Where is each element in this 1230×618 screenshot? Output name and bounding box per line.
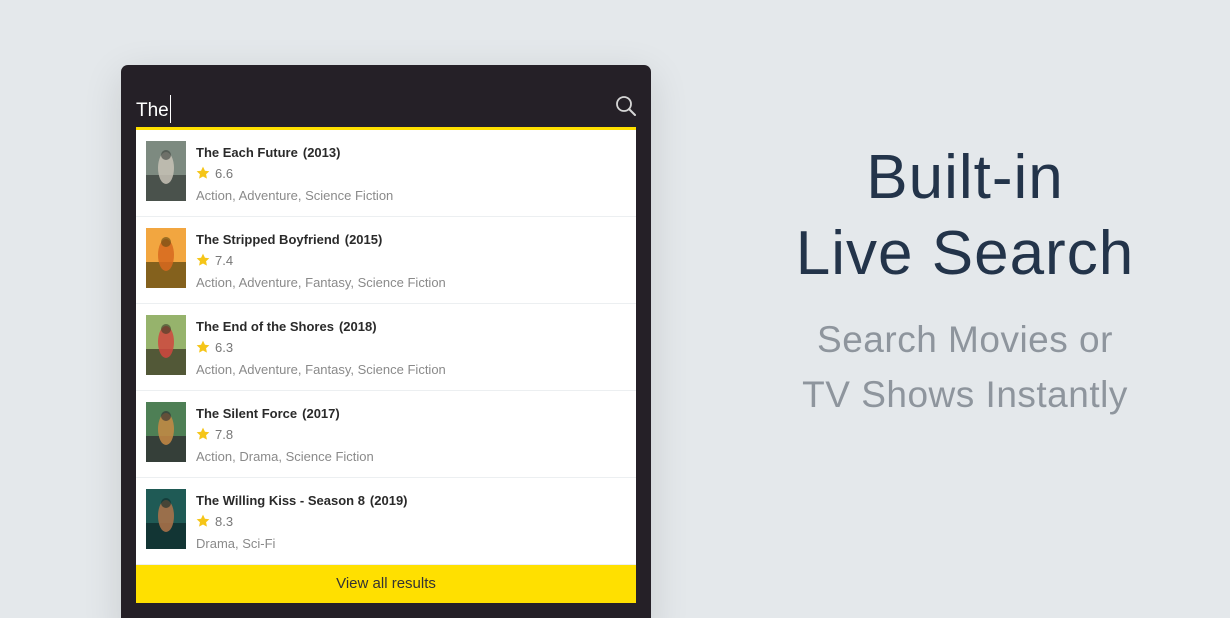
feature-subtitle-line-1: Search Movies or [817,319,1113,360]
result-genres: Action, Drama, Science Fiction [196,449,374,464]
result-title[interactable]: The Willing Kiss - Season 8 (2019) [196,493,408,508]
result-genres: Action, Adventure, Fantasy, Science Fict… [196,275,446,290]
result-genres: Action, Adventure, Science Fiction [196,188,394,203]
result-title[interactable]: The Each Future (2013) [196,145,340,160]
result-title-text: The End of the Shores [196,319,334,334]
poster-thumbnail[interactable] [146,489,186,549]
search-result-item[interactable]: The Silent Force (2017) 7.8 Action, Drama, … [136,391,636,478]
result-year: (2015) [344,232,383,247]
result-title[interactable]: The End of the Shores (2018) [196,319,377,334]
feature-subtitle-line-2: TV Shows Instantly [802,374,1128,415]
feature-subtitle: Search Movies or TV Shows Instantly [760,312,1170,422]
feature-title-line-1: Built-in [866,143,1064,212]
result-title-text: The Silent Force [196,406,298,421]
result-rating: 6.6 [195,165,233,181]
result-title[interactable]: The Silent Force (2017) [196,406,340,421]
result-rating: 7.4 [195,252,233,268]
result-year: (2017) [302,406,340,421]
result-genres: Action, Adventure, Fantasy, Science Fict… [196,362,446,377]
page-background: The The Each Future (2013) 6.6 Action, Adve… [0,0,1230,618]
poster-thumbnail[interactable] [146,228,186,288]
rating-value: 7.8 [215,426,234,442]
search-result-item[interactable]: The End of the Shores (2018) 6.3 Action, Ad… [136,304,636,391]
result-title-text: The Willing Kiss - Season 8 [196,493,365,508]
result-year: (2018) [338,319,377,334]
rating-value: 6.6 [215,165,234,181]
star-icon [196,514,210,527]
search-result-item[interactable]: The Willing Kiss - Season 8 (2019) 8.3 Dram… [136,478,636,565]
text-cursor [169,95,171,123]
poster-thumbnail[interactable] [146,315,186,375]
result-title[interactable]: The Stripped Boyfriend (2015) [196,232,382,247]
poster-thumbnail[interactable] [146,402,186,462]
search-icon[interactable] [615,95,637,117]
feature-heading: Built-in Live Search Search Movies or TV… [760,140,1170,422]
search-input[interactable]: The [136,95,171,123]
view-all-results-button[interactable]: View all results [136,565,636,603]
feature-title: Built-in Live Search [760,140,1170,292]
live-search-panel: The The Each Future (2013) 6.6 Action, Adve… [121,65,651,618]
result-rating: 8.3 [195,513,233,529]
result-rating: 6.3 [195,339,233,355]
result-rating: 7.8 [195,426,233,442]
result-genres: Drama, Sci-Fi [196,536,276,551]
star-icon [196,427,210,440]
search-result-item[interactable]: The Each Future (2013) 6.6 Action, Adventur… [136,130,636,217]
search-results-list: The Each Future (2013) 6.6 Action, Adventur… [136,127,636,565]
star-icon [196,166,210,179]
rating-value: 6.3 [215,339,234,355]
poster-thumbnail[interactable] [146,141,186,201]
search-result-item[interactable]: The Stripped Boyfriend (2015) 7.4 Action, A… [136,217,636,304]
result-title-text: The Stripped Boyfriend [196,232,340,247]
star-icon [196,253,210,266]
result-year: (2013) [302,145,341,160]
rating-value: 8.3 [215,513,234,529]
search-bar[interactable]: The [136,65,636,127]
search-query-text: The [136,100,169,121]
star-icon [196,340,210,353]
result-title-text: The Each Future [196,145,298,160]
feature-title-line-2: Live Search [795,219,1135,288]
rating-value: 7.4 [215,252,234,268]
result-year: (2019) [369,493,408,508]
